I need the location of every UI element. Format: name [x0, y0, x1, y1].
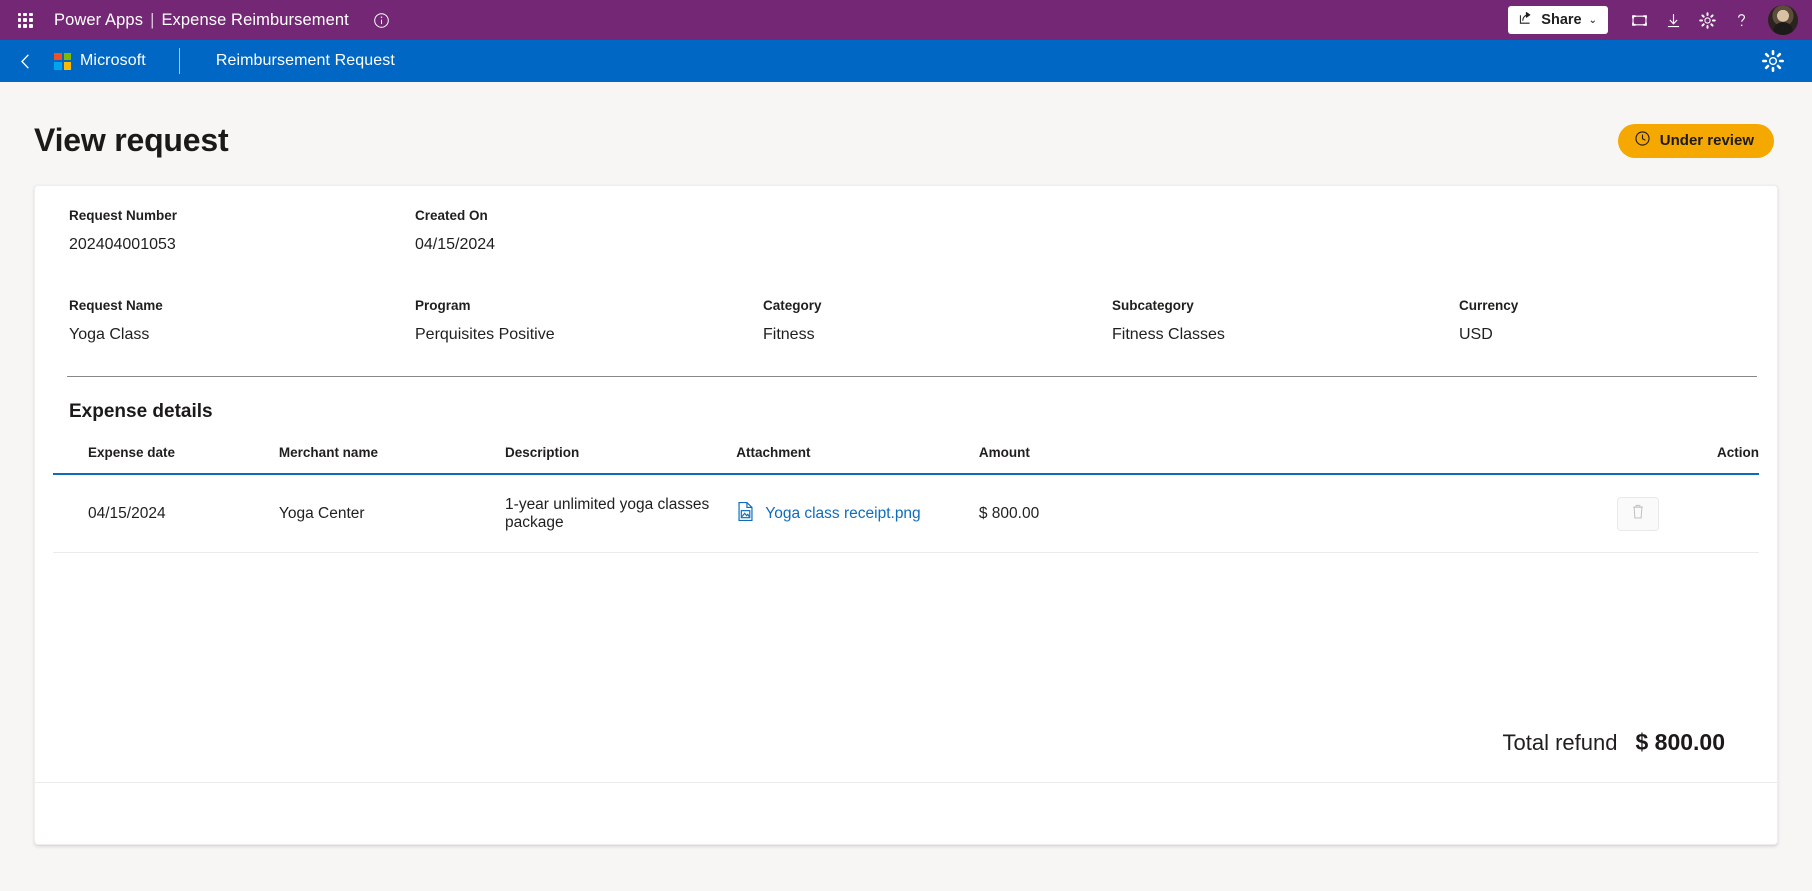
page-content: View request Under review Request Number…: [0, 82, 1812, 845]
cell-merchant-name: Yoga Center: [278, 474, 506, 553]
card-body: Request Number Created On 202404001053 0…: [35, 186, 1777, 782]
field-label-currency: Currency: [1459, 298, 1519, 313]
page-title: View request: [34, 122, 229, 158]
table-row[interactable]: 04/15/2024 Yoga Center 1-year unlimited …: [53, 474, 1759, 553]
column-header-expense-date[interactable]: Expense date: [53, 445, 279, 475]
image-file-icon: [736, 501, 755, 527]
share-button[interactable]: Share ⌄: [1508, 6, 1608, 34]
microsoft-squares-icon: [54, 52, 71, 70]
table-header-row: Expense date Merchant name Description A…: [53, 445, 1759, 475]
fullscreen-icon[interactable]: [1622, 3, 1656, 37]
attachment-link[interactable]: Yoga class receipt.png: [736, 501, 921, 527]
microsoft-logo-label: Microsoft: [80, 52, 146, 69]
gear-icon[interactable]: [1756, 44, 1790, 78]
field-value-request-number: 202404001053: [69, 236, 176, 253]
delete-row-button[interactable]: [1617, 497, 1659, 531]
page-header: View request Under review: [34, 82, 1778, 185]
cell-amount: $ 800.00: [978, 474, 1189, 553]
trash-icon: [1630, 503, 1646, 525]
cell-action: [1189, 474, 1759, 553]
microsoft-logo: Microsoft: [54, 52, 146, 70]
share-label: Share: [1541, 12, 1582, 28]
info-circle-icon[interactable]: [371, 9, 393, 31]
cell-expense-date: 04/15/2024: [53, 474, 279, 553]
table-header: Expense date Merchant name Description A…: [53, 445, 1759, 475]
field-label-request-number: Request Number: [69, 208, 178, 223]
download-icon[interactable]: [1656, 3, 1690, 37]
expense-details-heading: Expense details: [69, 401, 213, 422]
field-label-subcategory: Subcategory: [1112, 298, 1194, 313]
status-badge[interactable]: Under review: [1617, 123, 1774, 158]
field-label-created-on: Created On: [415, 208, 488, 223]
request-fields-row-2: Request Name Program Category Subcategor…: [53, 286, 1759, 376]
table-body: 04/15/2024 Yoga Center 1-year unlimited …: [53, 474, 1759, 553]
column-header-action[interactable]: Action: [1189, 445, 1759, 475]
field-value-program: Perquisites Positive: [415, 326, 555, 343]
brand-separator: |: [150, 10, 155, 29]
chevron-left-icon[interactable]: [10, 46, 40, 76]
total-refund-row: Total refund $ 800.00: [53, 729, 1759, 782]
total-refund-label: Total refund: [1502, 730, 1618, 755]
field-value-subcategory: Fitness Classes: [1112, 326, 1225, 343]
expense-details-table: Expense date Merchant name Description A…: [53, 445, 1759, 553]
chevron-down-icon: ⌄: [1588, 14, 1597, 26]
request-fields-row-1: Request Number Created On 202404001053 0…: [53, 208, 1759, 286]
sub-header-title: Reimbursement Request: [215, 52, 395, 69]
status-badge-label: Under review: [1659, 132, 1754, 149]
app-brand: Power Apps | Expense Reimbursement: [54, 11, 349, 30]
card-footer: [35, 782, 1777, 844]
field-label-category: Category: [763, 298, 822, 313]
field-value-category: Fitness: [763, 326, 815, 343]
cell-description: 1-year unlimited yoga classes package: [505, 474, 737, 553]
column-header-description[interactable]: Description: [505, 445, 737, 475]
field-value-request-name: Yoga Class: [69, 326, 150, 343]
column-header-attachment[interactable]: Attachment: [736, 445, 979, 475]
help-question-icon[interactable]: [1724, 3, 1758, 37]
share-icon: [1518, 10, 1534, 30]
column-header-merchant-name[interactable]: Merchant name: [278, 445, 506, 475]
request-details-card: Request Number Created On 202404001053 0…: [34, 185, 1778, 845]
total-refund-value: $ 800.00: [1635, 729, 1725, 755]
app-header-bar: Power Apps | Expense Reimbursement Share ⌄: [0, 0, 1812, 40]
product-name: Power Apps: [54, 10, 144, 29]
field-label-program: Program: [415, 298, 471, 313]
field-value-created-on: 04/15/2024: [415, 236, 496, 253]
gear-icon[interactable]: [1690, 3, 1724, 37]
app-sub-header-bar: Microsoft Reimbursement Request: [0, 40, 1812, 82]
cell-attachment: Yoga class receipt.png: [736, 474, 979, 553]
header-divider: [178, 48, 180, 74]
field-value-currency: USD: [1459, 326, 1493, 343]
user-avatar[interactable]: [1768, 5, 1798, 35]
app-launcher-icon[interactable]: [8, 3, 42, 37]
app-name: Expense Reimbursement: [161, 10, 349, 29]
field-label-request-name: Request Name: [69, 298, 163, 313]
attachment-file-name: Yoga class receipt.png: [765, 505, 921, 522]
column-header-amount[interactable]: Amount: [978, 445, 1189, 475]
clock-icon: [1634, 130, 1651, 151]
